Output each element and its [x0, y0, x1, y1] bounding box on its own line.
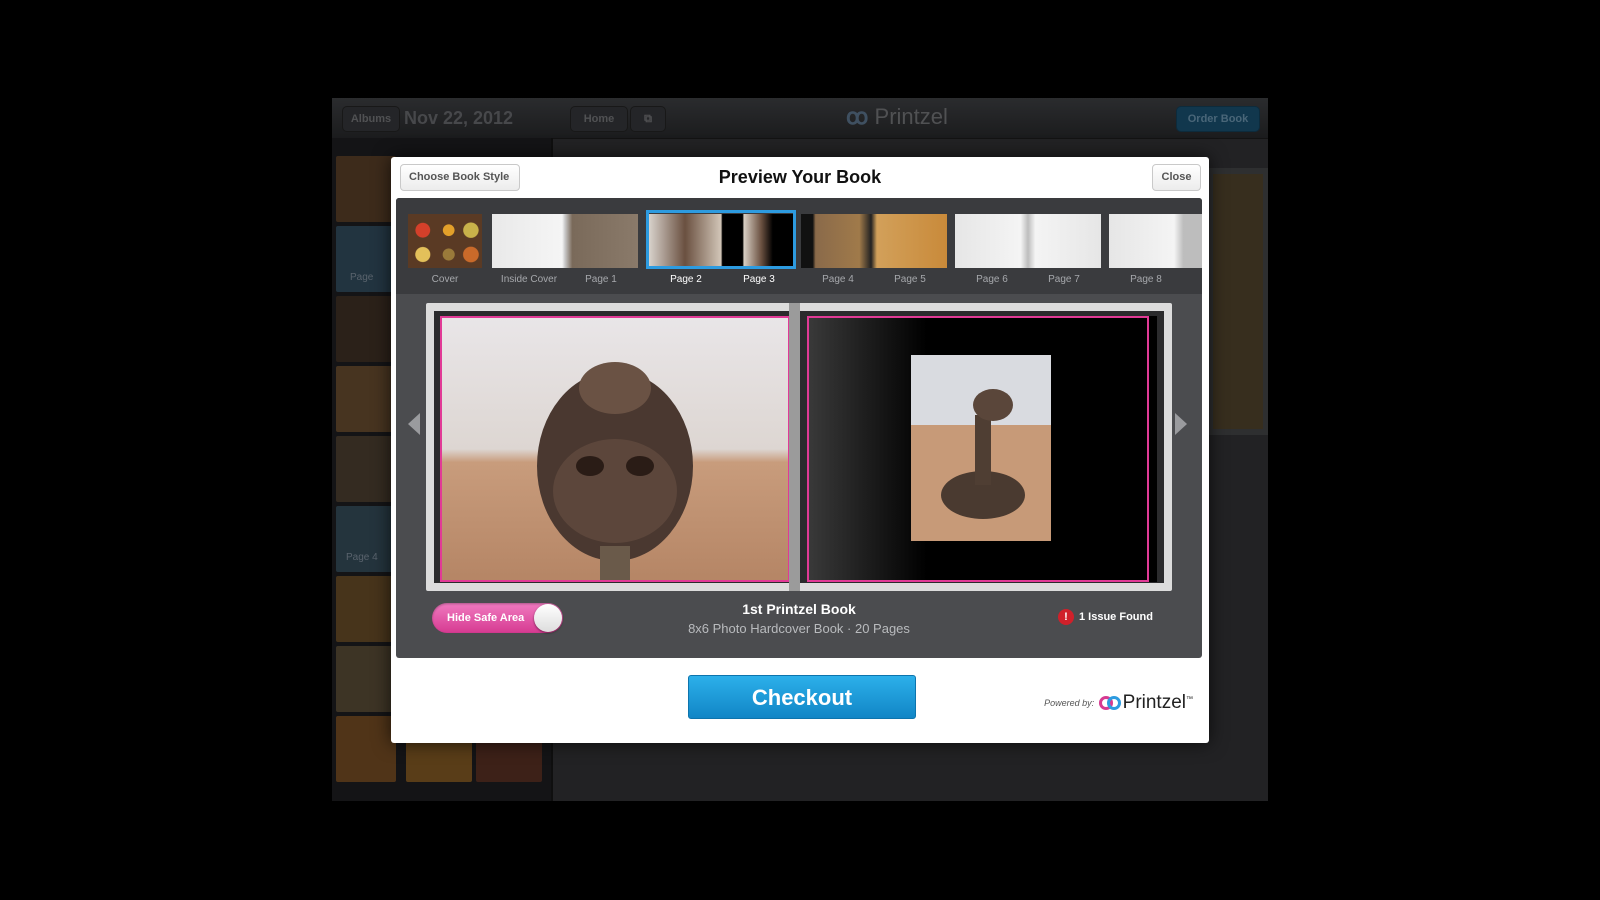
preview-book-modal: Preview Your Book Choose Book Style Clos…	[391, 157, 1209, 743]
cover-thumbnail[interactable]	[408, 214, 482, 268]
trademark-symbol: ™	[1186, 695, 1193, 703]
printzel-wordmark: Printzel	[1122, 692, 1186, 713]
spread-thumbnail-inside-cover[interactable]	[492, 214, 638, 268]
issue-indicator[interactable]: ! 1 Issue Found	[1058, 608, 1153, 626]
warning-icon: !	[1058, 609, 1074, 626]
book-spread-preview	[426, 303, 1172, 591]
printzel-logo-icon	[1098, 696, 1121, 710]
previous-spread-arrow-icon[interactable]	[408, 413, 420, 435]
page-label-inside-cover[interactable]: Inside Cover	[492, 274, 566, 285]
page-label-page-6[interactable]: Page 6	[955, 274, 1029, 285]
page-label-page-5[interactable]: Page 5	[873, 274, 947, 285]
choose-book-style-button[interactable]: Choose Book Style	[400, 164, 521, 191]
next-spread-arrow-icon[interactable]	[1175, 413, 1187, 435]
spread-thumbnail-page-8-9[interactable]	[1109, 214, 1202, 268]
page-label-page-8[interactable]: Page 8	[1109, 274, 1183, 285]
page-thumbnail-strip[interactable]: Cover Inside Cover Page 1 Page 2 Page 3 …	[396, 198, 1202, 294]
page-label-page-4[interactable]: Page 4	[801, 274, 875, 285]
modal-header: Preview Your Book Choose Book Style Clos…	[391, 157, 1209, 197]
issue-text: 1 Issue Found	[1079, 611, 1153, 623]
page-2-photo[interactable]	[440, 316, 790, 582]
page-label-page-7[interactable]: Page 7	[1027, 274, 1101, 285]
safe-area-left	[440, 316, 790, 582]
powered-by-logo: Powered by: Printzel™	[1044, 692, 1193, 713]
page-label-page-1[interactable]: Page 1	[564, 274, 638, 285]
book-spine	[789, 303, 800, 591]
preview-panel: Cover Inside Cover Page 1 Page 2 Page 3 …	[396, 198, 1202, 658]
spread-thumbnail-page-6-7[interactable]	[955, 214, 1101, 268]
page-label-page-2[interactable]: Page 2	[649, 274, 723, 285]
checkout-button[interactable]: Checkout	[688, 675, 916, 719]
spread-thumbnail-page-4-5[interactable]	[801, 214, 947, 268]
page-label-cover[interactable]: Cover	[408, 274, 482, 285]
page-3[interactable]	[807, 316, 1157, 582]
powered-by-label: Powered by:	[1044, 698, 1095, 708]
close-button[interactable]: Close	[1152, 164, 1201, 191]
selected-spread-highlight	[646, 210, 796, 269]
page-label-page-3[interactable]: Page 3	[722, 274, 796, 285]
safe-area-right	[807, 316, 1149, 582]
